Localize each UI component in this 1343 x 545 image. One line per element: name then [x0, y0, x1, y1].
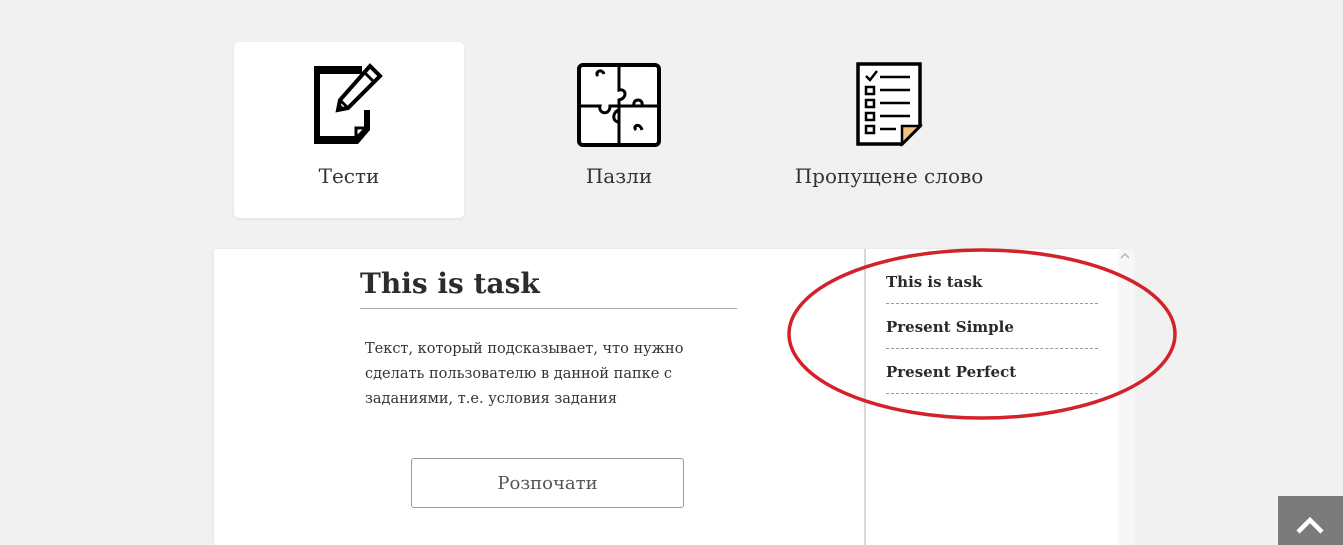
task-title: This is task: [360, 267, 737, 309]
back-to-top-button[interactable]: [1278, 496, 1343, 545]
caret-up-icon[interactable]: [1119, 252, 1131, 264]
category-tile-puzzles[interactable]: Пазли: [504, 42, 734, 218]
scrollbar-track[interactable]: [1118, 249, 1134, 545]
chevron-up-icon: [1296, 516, 1324, 534]
checklist-icon: [856, 62, 924, 148]
task-list-item[interactable]: This is task: [886, 269, 1098, 304]
puzzle-icon: [577, 63, 661, 147]
task-panel: This is task Текст, который подсказывает…: [214, 249, 1118, 545]
task-content: This is task Текст, который подсказывает…: [214, 249, 865, 545]
category-tile-missing-word[interactable]: Пропущене слово: [774, 42, 1004, 218]
panel-divider: [864, 249, 866, 545]
page: Тести Пазли Пропущене слово This is task…: [0, 0, 1343, 545]
task-description: Текст, который подсказывает, что нужно с…: [365, 341, 684, 407]
category-label: Тести: [318, 164, 380, 188]
task-list-item[interactable]: Present Simple: [886, 314, 1098, 349]
task-list-item[interactable]: Present Perfect: [886, 359, 1098, 394]
category-tile-tests[interactable]: Тести: [234, 42, 464, 218]
start-button[interactable]: Розпочати: [411, 458, 684, 508]
document-pencil-icon: [314, 63, 383, 144]
task-list: This is task Present Simple Present Perf…: [886, 269, 1098, 404]
category-label: Пропущене слово: [794, 164, 984, 188]
category-label: Пазли: [585, 164, 653, 188]
